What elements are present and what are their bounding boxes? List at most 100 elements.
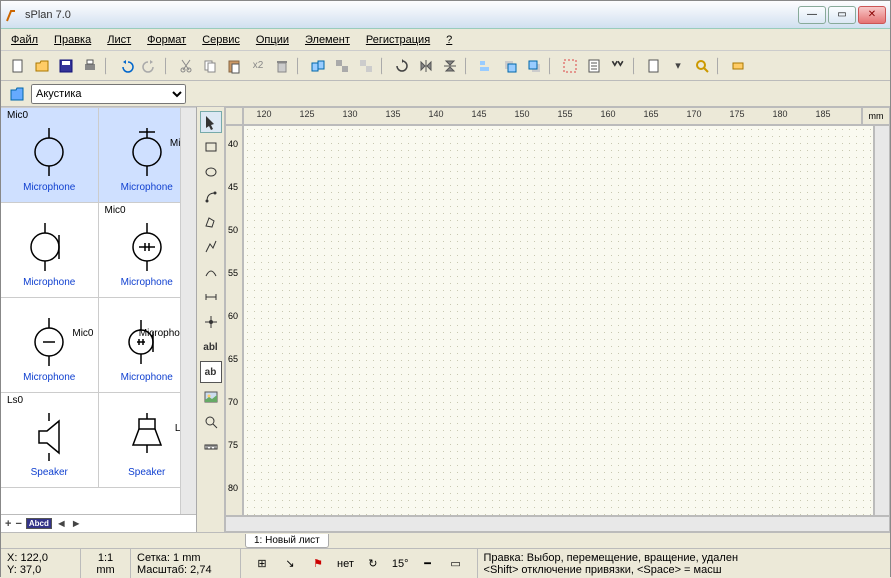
snap-toggle-icon[interactable]: ↘: [281, 555, 299, 573]
print-icon[interactable]: [79, 55, 101, 77]
menu-service[interactable]: Сервис: [196, 32, 246, 48]
x2-icon[interactable]: x2: [247, 55, 269, 77]
left-icon[interactable]: ◄: [56, 518, 67, 530]
statusbar: X: 122,0 Y: 37,0 1:1 mm Сетка: 1 mm Масш…: [1, 548, 890, 578]
status-hint: Правка: Выбор, перемещение, вращение, уд…: [484, 552, 884, 564]
menu-sheet[interactable]: Лист: [101, 32, 137, 48]
menu-edit[interactable]: Правка: [48, 32, 97, 48]
library-scrollbar[interactable]: [180, 108, 196, 514]
symbol-label: Mic0: [72, 328, 93, 339]
page-icon[interactable]: [643, 55, 665, 77]
rect-tool-icon[interactable]: [200, 136, 222, 158]
status-x: X: 122,0: [7, 552, 74, 564]
status-grid: Сетка: 1 mm: [137, 552, 234, 564]
front-icon[interactable]: [499, 55, 521, 77]
textbox-tool-icon[interactable]: ab: [200, 361, 222, 383]
paste-icon[interactable]: [223, 55, 245, 77]
abcd-icon[interactable]: Abcd: [26, 518, 52, 529]
minus-icon[interactable]: −: [15, 518, 21, 530]
symbol-label: Mic0: [105, 205, 126, 216]
undo-icon[interactable]: [115, 55, 137, 77]
new-icon[interactable]: [7, 55, 29, 77]
list-icon[interactable]: [583, 55, 605, 77]
measure-tool-icon[interactable]: [200, 436, 222, 458]
redo-icon[interactable]: [139, 55, 161, 77]
status-snap: нет: [337, 558, 354, 570]
right-icon[interactable]: ►: [71, 518, 82, 530]
duplicate-icon[interactable]: [307, 55, 329, 77]
group-icon[interactable]: [331, 55, 353, 77]
menu-options[interactable]: Опции: [250, 32, 295, 48]
scrollbar-vertical[interactable]: [874, 125, 890, 516]
dimension-tool-icon[interactable]: [200, 286, 222, 308]
cut-icon[interactable]: [175, 55, 197, 77]
delete-icon[interactable]: [271, 55, 293, 77]
symbol-caption: Microphone: [23, 372, 75, 383]
menu-element[interactable]: Элемент: [299, 32, 356, 48]
image-tool-icon[interactable]: [200, 386, 222, 408]
pointer-tool-icon[interactable]: [200, 111, 222, 133]
menu-file[interactable]: Файл: [5, 32, 44, 48]
symbol-caption: Speaker: [31, 467, 68, 478]
symbol-cell[interactable]: Ls0 Speaker: [1, 393, 99, 488]
minimize-button[interactable]: —: [798, 6, 826, 24]
fill-style-icon[interactable]: ▭: [447, 555, 465, 573]
symbol-caption: Microphone: [121, 277, 173, 288]
close-button[interactable]: ✕: [858, 6, 886, 24]
status-ratio: 1:1: [87, 552, 124, 564]
drawing-canvas[interactable]: [243, 125, 874, 516]
mirror-v-icon[interactable]: [439, 55, 461, 77]
maximize-button[interactable]: ▭: [828, 6, 856, 24]
dropdown-icon[interactable]: ▾: [667, 55, 689, 77]
symbol-cell[interactable]: Mic0 Microphone: [1, 298, 99, 393]
polygon-tool-icon[interactable]: [200, 211, 222, 233]
menu-registration[interactable]: Регистрация: [360, 32, 436, 48]
plus-icon[interactable]: +: [5, 518, 11, 530]
symbol-cell[interactable]: Mic0 Microphone: [1, 108, 99, 203]
sheet-tab[interactable]: 1: Новый лист: [245, 534, 329, 548]
find-icon[interactable]: [607, 55, 629, 77]
status-scale: Масштаб: 2,74: [137, 564, 234, 576]
symbol-label: Ls0: [7, 395, 23, 406]
line-style-icon[interactable]: ━: [419, 555, 437, 573]
mirror-h-icon[interactable]: [415, 55, 437, 77]
flag-icon[interactable]: ⚑: [309, 555, 327, 573]
scrollbar-horizontal[interactable]: [225, 516, 890, 532]
select-icon[interactable]: [559, 55, 581, 77]
zoom-icon[interactable]: [691, 55, 713, 77]
open-icon[interactable]: [31, 55, 53, 77]
menubar: Файл Правка Лист Формат Сервис Опции Эле…: [1, 29, 890, 51]
symbol-caption: Microphone: [23, 277, 75, 288]
symbol-caption: Microphone: [121, 182, 173, 193]
special-tool-icon[interactable]: [200, 186, 222, 208]
node-tool-icon[interactable]: [200, 311, 222, 333]
ruler-corner: [225, 107, 243, 125]
line-tool-icon[interactable]: [200, 236, 222, 258]
circle-tool-icon[interactable]: [200, 161, 222, 183]
component-icon[interactable]: [727, 55, 749, 77]
ruler-horizontal: 1201251301351401451501551601651701751801…: [243, 107, 862, 125]
back-icon[interactable]: [523, 55, 545, 77]
zoom-tool-icon[interactable]: [200, 411, 222, 433]
library-icon: [7, 84, 27, 104]
grid-toggle-icon[interactable]: ⊞: [253, 555, 271, 573]
bezier-tool-icon[interactable]: [200, 261, 222, 283]
sidebar-footer: + − Abcd ◄ ►: [1, 514, 196, 532]
symbol-cell[interactable]: Microphone: [1, 203, 99, 298]
window-title: sPlan 7.0: [25, 9, 798, 21]
menu-format[interactable]: Формат: [141, 32, 192, 48]
menu-help[interactable]: ?: [440, 32, 458, 48]
tool-column: abl ab: [197, 107, 225, 532]
symbol-caption: Microphone: [23, 182, 75, 193]
library-select[interactable]: Акустика: [31, 84, 186, 104]
angle-icon[interactable]: ↻: [364, 555, 382, 573]
save-icon[interactable]: [55, 55, 77, 77]
text-tool-icon[interactable]: abl: [200, 336, 222, 358]
align-icon[interactable]: [475, 55, 497, 77]
rotate-icon[interactable]: [391, 55, 413, 77]
status-ratio-unit: mm: [87, 564, 124, 576]
status-angle: 15°: [392, 558, 409, 570]
copy-icon[interactable]: [199, 55, 221, 77]
ungroup-icon[interactable]: [355, 55, 377, 77]
symbol-caption: Speaker: [128, 467, 165, 478]
